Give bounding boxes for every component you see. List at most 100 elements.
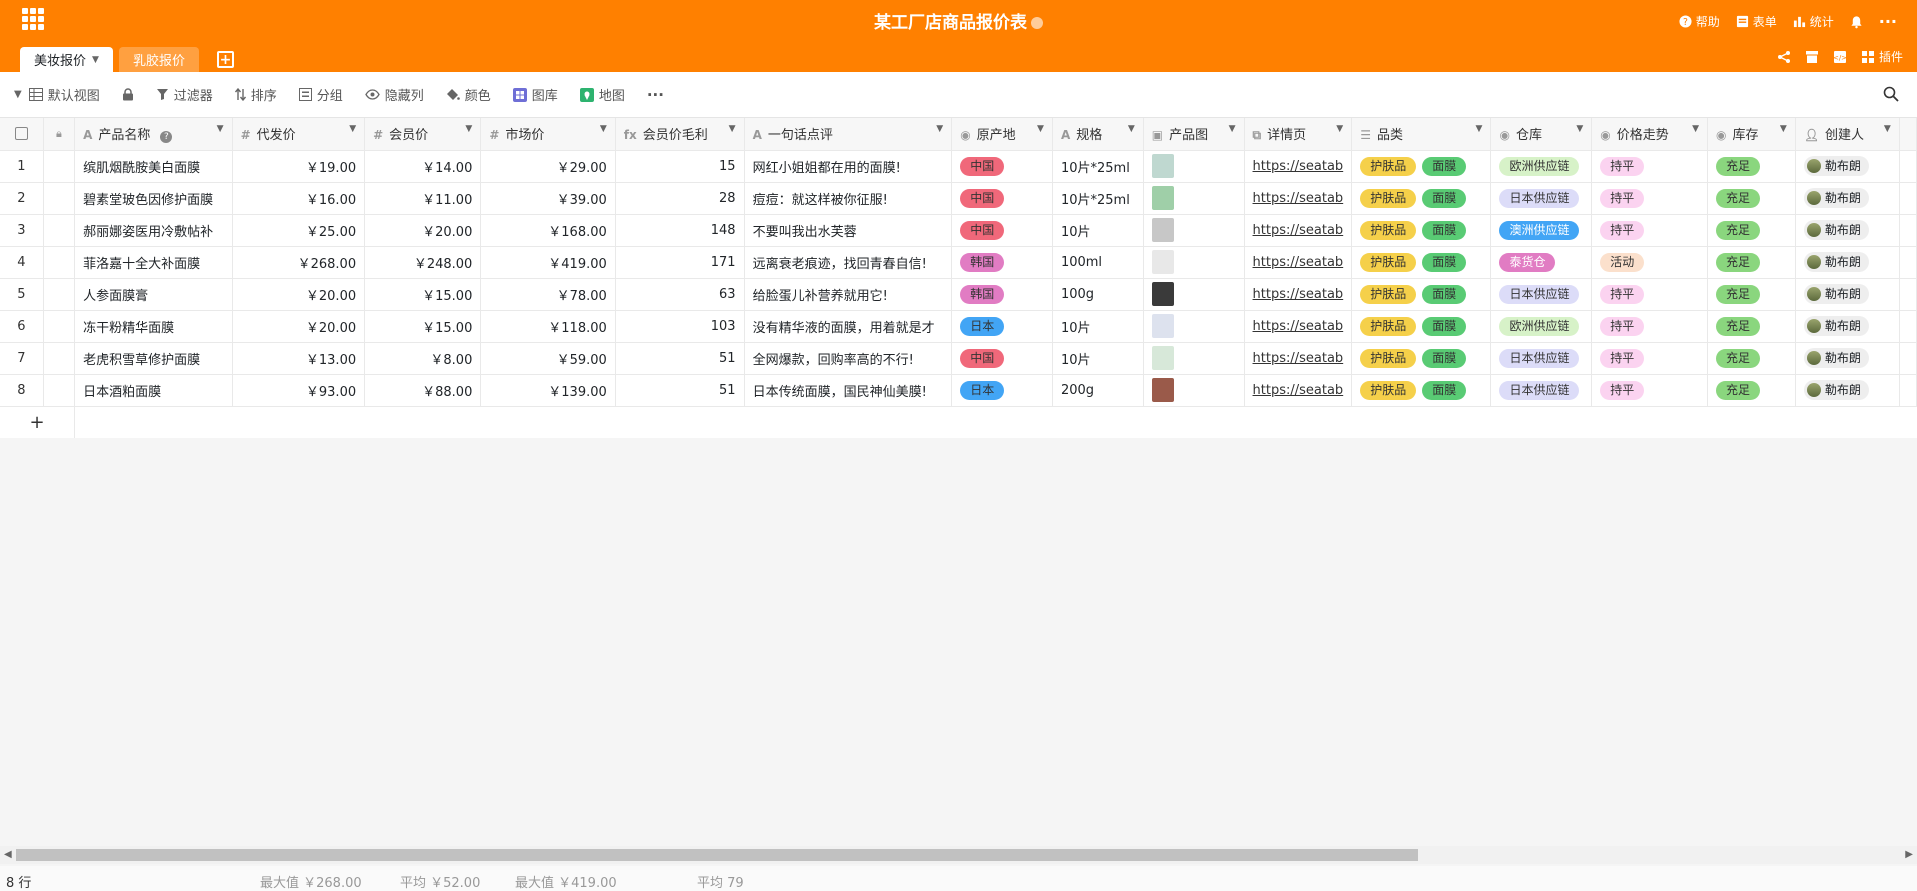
- comment-cell[interactable]: 给脸蛋儿补营养就用它!: [744, 278, 953, 311]
- column-header[interactable]: ⧉ 详情页 ▼: [1244, 118, 1353, 151]
- column-header[interactable]: fx 会员价毛利 ▼: [615, 118, 745, 151]
- margin-cell[interactable]: 28: [615, 182, 745, 215]
- image-cell[interactable]: [1143, 182, 1245, 215]
- detail-link[interactable]: https://seatab: [1253, 159, 1344, 174]
- gallery-button[interactable]: 图库: [512, 85, 558, 104]
- detail-link[interactable]: https://seatab: [1253, 223, 1344, 238]
- margin-cell[interactable]: 148: [615, 214, 745, 247]
- row-number[interactable]: 5: [0, 278, 44, 311]
- category-cell[interactable]: 护肤品 面膜: [1351, 150, 1492, 183]
- detail-link-cell[interactable]: https://seatab: [1244, 278, 1353, 311]
- spec-cell[interactable]: 10片: [1052, 342, 1144, 375]
- more-views-button[interactable]: ···: [647, 86, 664, 104]
- notification-button[interactable]: [1850, 15, 1863, 29]
- column-header[interactable]: 👤︎ 创建人 ▼: [1795, 118, 1900, 151]
- wholesale-price-cell[interactable]: ￥16.00: [232, 182, 366, 215]
- stock-cell[interactable]: 充足: [1707, 342, 1796, 375]
- detail-link-cell[interactable]: https://seatab: [1244, 246, 1353, 279]
- table-row[interactable]: 8 日本酒粕面膜 ￥93.00 ￥88.00 ￥139.00 51 日本传统面膜，国民神仙美…: [0, 374, 1917, 407]
- product-name-cell[interactable]: 冻干粉精华面膜: [74, 310, 233, 343]
- margin-cell[interactable]: 103: [615, 310, 745, 343]
- archive-icon[interactable]: [1805, 50, 1819, 64]
- column-header[interactable]: ◉ 仓库 ▼: [1490, 118, 1593, 151]
- detail-link[interactable]: https://seatab: [1253, 287, 1344, 302]
- image-cell[interactable]: [1143, 342, 1245, 375]
- detail-link-cell[interactable]: https://seatab: [1244, 374, 1353, 407]
- margin-cell[interactable]: 15: [615, 150, 745, 183]
- comment-cell[interactable]: 没有精华液的面膜，用着就是才: [744, 310, 953, 343]
- creator-cell[interactable]: 勒布朗: [1795, 310, 1900, 343]
- creator-cell[interactable]: 勒布朗: [1795, 182, 1900, 215]
- detail-link-cell[interactable]: https://seatab: [1244, 342, 1353, 375]
- row-number[interactable]: 1: [0, 150, 44, 183]
- wholesale-price-cell[interactable]: ￥19.00: [232, 150, 366, 183]
- trend-cell[interactable]: 持平: [1591, 214, 1708, 247]
- help-icon[interactable]: ?: [160, 131, 173, 144]
- wholesale-price-cell[interactable]: ￥93.00: [232, 374, 366, 407]
- creator-cell[interactable]: 勒布朗: [1795, 150, 1900, 183]
- product-image[interactable]: [1151, 154, 1174, 178]
- more-button[interactable]: ···: [1879, 12, 1897, 31]
- detail-link[interactable]: https://seatab: [1253, 255, 1344, 270]
- stats-button[interactable]: 统计: [1793, 13, 1834, 30]
- tab-meizhuang[interactable]: 美妆报价 ▼: [20, 47, 113, 72]
- column-menu-icon[interactable]: ▼: [217, 124, 224, 134]
- column-menu-icon[interactable]: ▼: [465, 124, 472, 134]
- detail-link-cell[interactable]: https://seatab: [1244, 214, 1353, 247]
- table-row[interactable]: 1 缤肌烟酰胺美白面膜 ￥19.00 ￥14.00 ￥29.00 15 网红小姐姐都在用的面…: [0, 150, 1917, 183]
- creator-cell[interactable]: 勒布朗: [1795, 214, 1900, 247]
- warehouse-cell[interactable]: 欧洲供应链: [1490, 310, 1593, 343]
- table-row[interactable]: 6 冻干粉精华面膜 ￥20.00 ￥15.00 ￥118.00 103 没有精华液的面膜，用…: [0, 310, 1917, 343]
- hide-columns-button[interactable]: 隐藏列: [365, 85, 424, 104]
- market-price-cell[interactable]: ￥29.00: [480, 150, 616, 183]
- category-cell[interactable]: 护肤品 面膜: [1351, 182, 1492, 215]
- column-menu-icon[interactable]: ▼: [936, 124, 943, 134]
- scroll-left-icon[interactable]: ◀: [4, 849, 12, 860]
- wholesale-price-cell[interactable]: ￥20.00: [232, 310, 366, 343]
- stock-cell[interactable]: 充足: [1707, 182, 1796, 215]
- column-header[interactable]: A 产品名称? ▼: [74, 118, 233, 151]
- stock-cell[interactable]: 充足: [1707, 310, 1796, 343]
- add-tab-button[interactable]: +: [216, 51, 234, 68]
- member-price-cell[interactable]: ￥11.00: [364, 182, 482, 215]
- spec-cell[interactable]: 100ml: [1052, 246, 1144, 279]
- product-image[interactable]: [1151, 346, 1174, 370]
- stock-cell[interactable]: 充足: [1707, 246, 1796, 279]
- trend-cell[interactable]: 持平: [1591, 278, 1708, 311]
- column-header[interactable]: A 一句话点评 ▼: [744, 118, 953, 151]
- comment-cell[interactable]: 不要叫我出水芙蓉: [744, 214, 953, 247]
- column-menu-icon[interactable]: ▼: [1229, 124, 1236, 134]
- member-price-cell[interactable]: ￥8.00: [364, 342, 482, 375]
- trend-cell[interactable]: 持平: [1591, 182, 1708, 215]
- trend-cell[interactable]: 活动: [1591, 246, 1708, 279]
- row-number[interactable]: 7: [0, 342, 44, 375]
- column-header[interactable]: ▣ 产品图 ▼: [1143, 118, 1245, 151]
- spec-cell[interactable]: 200g: [1052, 374, 1144, 407]
- warehouse-cell[interactable]: 日本供应链: [1490, 374, 1593, 407]
- spec-cell[interactable]: 10片: [1052, 310, 1144, 343]
- table-row[interactable]: 4 菲洛嘉十全大补面膜 ￥268.00 ￥248.00 ￥419.00 171 远离衰老痕迹…: [0, 246, 1917, 279]
- add-record-button[interactable]: +: [0, 406, 76, 438]
- row-number[interactable]: 8: [0, 374, 44, 407]
- spec-cell[interactable]: 10片: [1052, 214, 1144, 247]
- creator-cell[interactable]: 勒布朗: [1795, 374, 1900, 407]
- origin-cell[interactable]: 韩国: [951, 278, 1053, 311]
- origin-cell[interactable]: 日本: [951, 374, 1053, 407]
- table-row[interactable]: 3 郝丽娜姿医用冷敷帖补 ￥25.00 ￥20.00 ￥168.00 148 不要叫我出水芙…: [0, 214, 1917, 247]
- market-price-cell[interactable]: ￥78.00: [480, 278, 616, 311]
- trend-cell[interactable]: 持平: [1591, 150, 1708, 183]
- creator-cell[interactable]: 勒布朗: [1795, 246, 1900, 279]
- product-image[interactable]: [1151, 378, 1174, 402]
- detail-link[interactable]: https://seatab: [1253, 351, 1344, 366]
- creator-cell[interactable]: 勒布朗: [1795, 342, 1900, 375]
- stock-cell[interactable]: 充足: [1707, 214, 1796, 247]
- column-menu-icon[interactable]: ▼: [1692, 124, 1699, 134]
- category-cell[interactable]: 护肤品 面膜: [1351, 374, 1492, 407]
- column-menu-icon[interactable]: ▼: [1576, 124, 1583, 134]
- margin-cell[interactable]: 51: [615, 374, 745, 407]
- comment-cell[interactable]: 痘痘：就这样被你征服!: [744, 182, 953, 215]
- row-number[interactable]: 4: [0, 246, 44, 279]
- table-row[interactable]: 2 碧素堂玻色因修护面膜 ￥16.00 ￥11.00 ￥39.00 28 痘痘：就这样被你征…: [0, 182, 1917, 215]
- market-price-cell[interactable]: ￥168.00: [480, 214, 616, 247]
- column-menu-icon[interactable]: ▼: [1037, 124, 1044, 134]
